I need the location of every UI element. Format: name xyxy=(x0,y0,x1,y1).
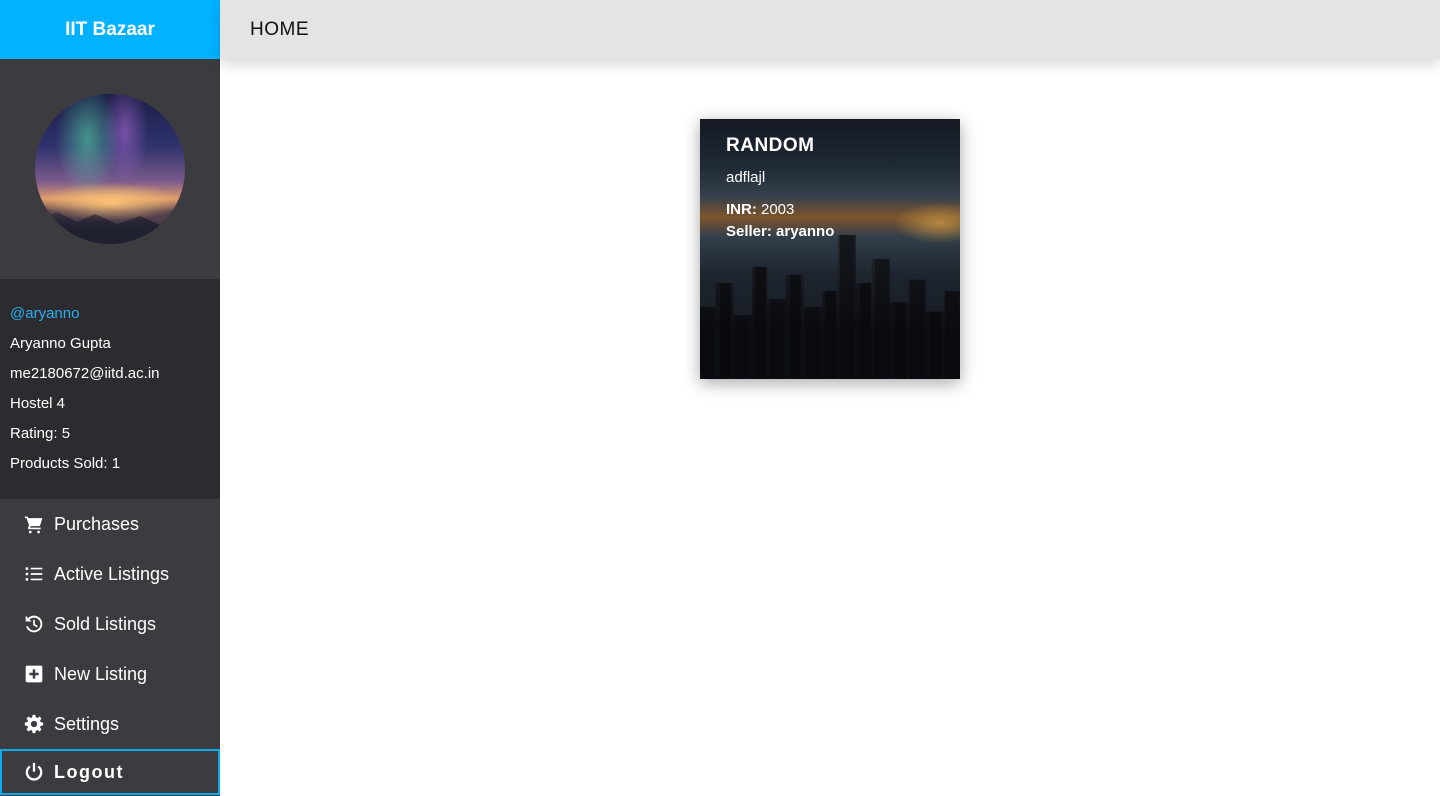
logout-label: Logout xyxy=(54,761,124,782)
sidebar-item-label: Sold Listings xyxy=(54,613,157,634)
home-link[interactable]: HOME xyxy=(250,19,309,41)
avatar xyxy=(35,94,185,244)
sidebar-item-label: Active Listings xyxy=(54,563,170,584)
profile-email: me2180672@iitd.ac.in xyxy=(10,365,160,382)
listing-card[interactable]: RANDOM adflajl INR: 2003 Seller: aryanno xyxy=(700,119,960,379)
profile-hostel: Hostel 4 xyxy=(10,395,66,412)
avatar-container xyxy=(0,59,220,279)
logout-button[interactable]: Logout xyxy=(0,749,220,795)
sidebar-item-settings[interactable]: Settings xyxy=(0,699,220,749)
sidebar-item-sold-listings[interactable]: Sold Listings xyxy=(0,599,220,649)
top-bar: HOME xyxy=(220,0,1440,59)
sidebar-item-label: Purchases xyxy=(54,513,140,534)
sidebar-item-label: New Listing xyxy=(54,663,148,684)
plus-square-icon xyxy=(25,665,43,683)
sidebar-item-active-listings[interactable]: Active Listings xyxy=(0,549,220,599)
sidebar-item-purchases[interactable]: Purchases xyxy=(0,499,220,549)
listing-price: INR: 2003 xyxy=(726,199,834,221)
listing-description: adflajl xyxy=(726,169,766,186)
profile-name: Aryanno Gupta xyxy=(10,335,111,352)
power-icon xyxy=(25,762,43,781)
listing-title: RANDOM xyxy=(726,135,815,156)
price-value: 2003 xyxy=(761,201,795,218)
history-icon xyxy=(25,615,43,633)
profile-rating: Rating: 5 xyxy=(10,425,71,442)
profile-handle: @aryanno xyxy=(10,305,80,322)
seller-value: aryanno xyxy=(776,223,835,240)
gear-icon xyxy=(24,714,44,734)
brand-logo[interactable]: IIT Bazaar xyxy=(0,0,220,59)
sidebar-item-label: Settings xyxy=(54,713,120,734)
cart-icon xyxy=(24,516,43,534)
seller-label: Seller: xyxy=(726,223,772,240)
price-label: INR: xyxy=(726,201,757,218)
profile-info: @aryanno Aryanno Gupta me2180672@iitd.ac… xyxy=(0,279,220,499)
listing-seller: Seller: aryanno xyxy=(726,221,834,243)
listing-content: RANDOM adflajl INR: 2003 Seller: aryanno xyxy=(726,135,834,243)
list-icon xyxy=(25,567,43,581)
sidebar-menu: Purchases Active Listings Sold Listings … xyxy=(0,499,220,795)
sidebar: @aryanno Aryanno Gupta me2180672@iitd.ac… xyxy=(0,59,220,796)
profile-products-sold: Products Sold: 1 xyxy=(10,455,121,472)
sidebar-item-new-listing[interactable]: New Listing xyxy=(0,649,220,699)
